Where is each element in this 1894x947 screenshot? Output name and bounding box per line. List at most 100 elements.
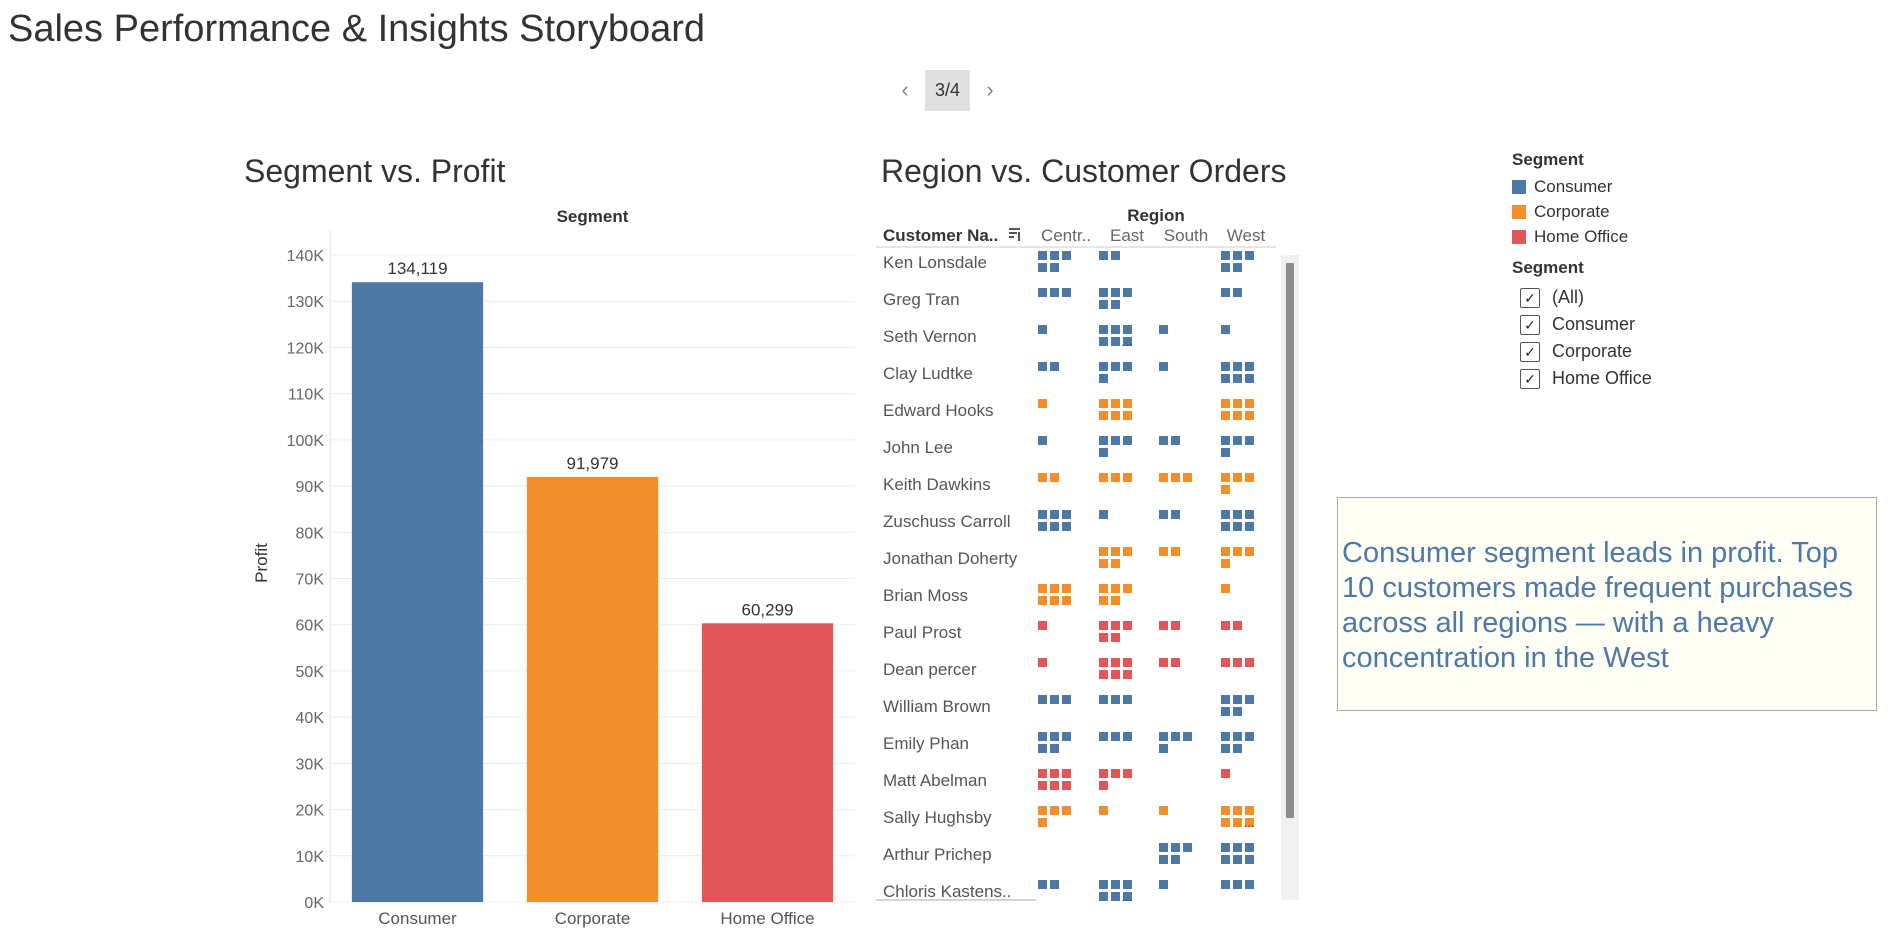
order-mark	[1221, 263, 1230, 272]
order-mark	[1123, 362, 1132, 371]
order-mark	[1111, 337, 1120, 346]
order-mark	[1062, 695, 1071, 704]
order-mark	[1062, 596, 1071, 605]
order-mark	[1038, 522, 1047, 531]
order-mark	[1233, 399, 1242, 408]
order-mark	[1062, 251, 1071, 260]
legend-item-corporate[interactable]: Corporate	[1512, 199, 1628, 224]
order-mark	[1183, 473, 1192, 482]
order-mark	[1111, 411, 1120, 420]
order-mark	[1062, 522, 1071, 531]
order-mark	[1233, 732, 1242, 741]
x-tick-label: Home Office	[720, 909, 814, 928]
legend-swatch	[1512, 204, 1526, 219]
order-mark	[1245, 843, 1254, 852]
y-tick-label: 50K	[296, 664, 325, 681]
checkbox[interactable]: ✓	[1520, 341, 1540, 362]
data-label: 60,299	[742, 600, 794, 619]
filter-option-consumer[interactable]: ✓ Consumer	[1512, 311, 1652, 338]
order-mark	[1233, 522, 1242, 531]
region-column-label: Centr..	[1041, 226, 1091, 245]
order-mark	[1111, 732, 1120, 741]
order-mark	[1038, 436, 1047, 445]
order-mark	[1171, 621, 1180, 630]
checkbox[interactable]: ✓	[1520, 287, 1540, 308]
order-mark	[1233, 707, 1242, 716]
order-mark	[1233, 374, 1242, 383]
order-mark	[1099, 806, 1108, 815]
scrollbar-thumb[interactable]	[1286, 263, 1294, 818]
order-mark	[1159, 855, 1168, 864]
order-mark	[1099, 448, 1108, 457]
checkbox[interactable]: ✓	[1520, 368, 1540, 389]
order-mark	[1221, 448, 1230, 457]
order-mark	[1099, 621, 1108, 630]
order-mark	[1221, 485, 1230, 494]
order-mark	[1221, 769, 1230, 778]
sort-descending-icon[interactable]	[1009, 228, 1020, 241]
order-mark	[1245, 473, 1254, 482]
order-mark	[1221, 251, 1230, 260]
customer-name: Greg Tran	[883, 290, 960, 309]
order-mark	[1159, 732, 1168, 741]
legend-label: Home Office	[1534, 226, 1629, 246]
order-mark	[1123, 288, 1132, 297]
order-mark	[1099, 892, 1108, 901]
customer-name: Sally Hughsby	[883, 808, 992, 827]
checkbox[interactable]: ✓	[1520, 314, 1540, 335]
order-mark	[1099, 288, 1108, 297]
filter-option-corporate[interactable]: ✓ Corporate	[1512, 338, 1652, 365]
y-tick-label: 20K	[296, 803, 325, 820]
order-mark	[1123, 695, 1132, 704]
filter-option-label: Consumer	[1552, 314, 1636, 334]
customer-name: Ken Lonsdale	[883, 253, 987, 272]
order-mark	[1099, 473, 1108, 482]
order-mark	[1099, 337, 1108, 346]
order-mark	[1062, 781, 1071, 790]
legend-item-home-office[interactable]: Home Office	[1512, 224, 1628, 249]
filter-option-all[interactable]: ✓ (All)	[1512, 284, 1652, 311]
order-mark	[1050, 510, 1059, 519]
order-mark	[1123, 732, 1132, 741]
order-mark	[1123, 399, 1132, 408]
legend-label: Consumer	[1534, 176, 1613, 196]
order-mark	[1111, 769, 1120, 778]
order-mark	[1050, 251, 1059, 260]
order-mark	[1171, 855, 1180, 864]
order-mark	[1062, 584, 1071, 593]
bar	[701, 623, 834, 902]
order-mark	[1123, 658, 1132, 667]
order-mark	[1099, 559, 1108, 568]
filter-option-home-office[interactable]: ✓ Home Office	[1512, 365, 1652, 392]
customer-name: William Brown	[883, 697, 991, 716]
order-mark	[1233, 288, 1242, 297]
customer-name: Clay Ludtke	[883, 364, 973, 383]
order-mark	[1159, 510, 1168, 519]
order-mark	[1159, 658, 1168, 667]
region-column-label: South	[1164, 226, 1208, 245]
order-mark	[1159, 843, 1168, 852]
order-mark	[1099, 411, 1108, 420]
order-mark	[1233, 818, 1242, 827]
y-tick-label: 0K	[304, 895, 324, 912]
order-mark	[1038, 769, 1047, 778]
charts-canvas: Segment 0K 10K 20K 30K 40K 50K 60K 70K 80K 90K 100K…	[252, 206, 1299, 928]
order-mark	[1233, 744, 1242, 753]
order-mark	[1050, 473, 1059, 482]
order-mark	[1171, 732, 1180, 741]
y-tick-label: 100K	[287, 433, 325, 450]
order-mark	[1062, 510, 1071, 519]
order-mark	[1183, 732, 1192, 741]
order-mark	[1038, 744, 1047, 753]
legend-item-consumer[interactable]: Consumer	[1512, 174, 1628, 199]
order-mark	[1171, 547, 1180, 556]
order-mark	[1221, 880, 1230, 889]
order-mark	[1038, 781, 1047, 790]
order-mark	[1221, 806, 1230, 815]
filter-option-label: Corporate	[1552, 341, 1633, 361]
order-mark	[1050, 596, 1059, 605]
order-mark	[1221, 325, 1230, 334]
order-mark	[1123, 547, 1132, 556]
order-mark	[1123, 670, 1132, 679]
region-column-label: East	[1110, 226, 1144, 245]
